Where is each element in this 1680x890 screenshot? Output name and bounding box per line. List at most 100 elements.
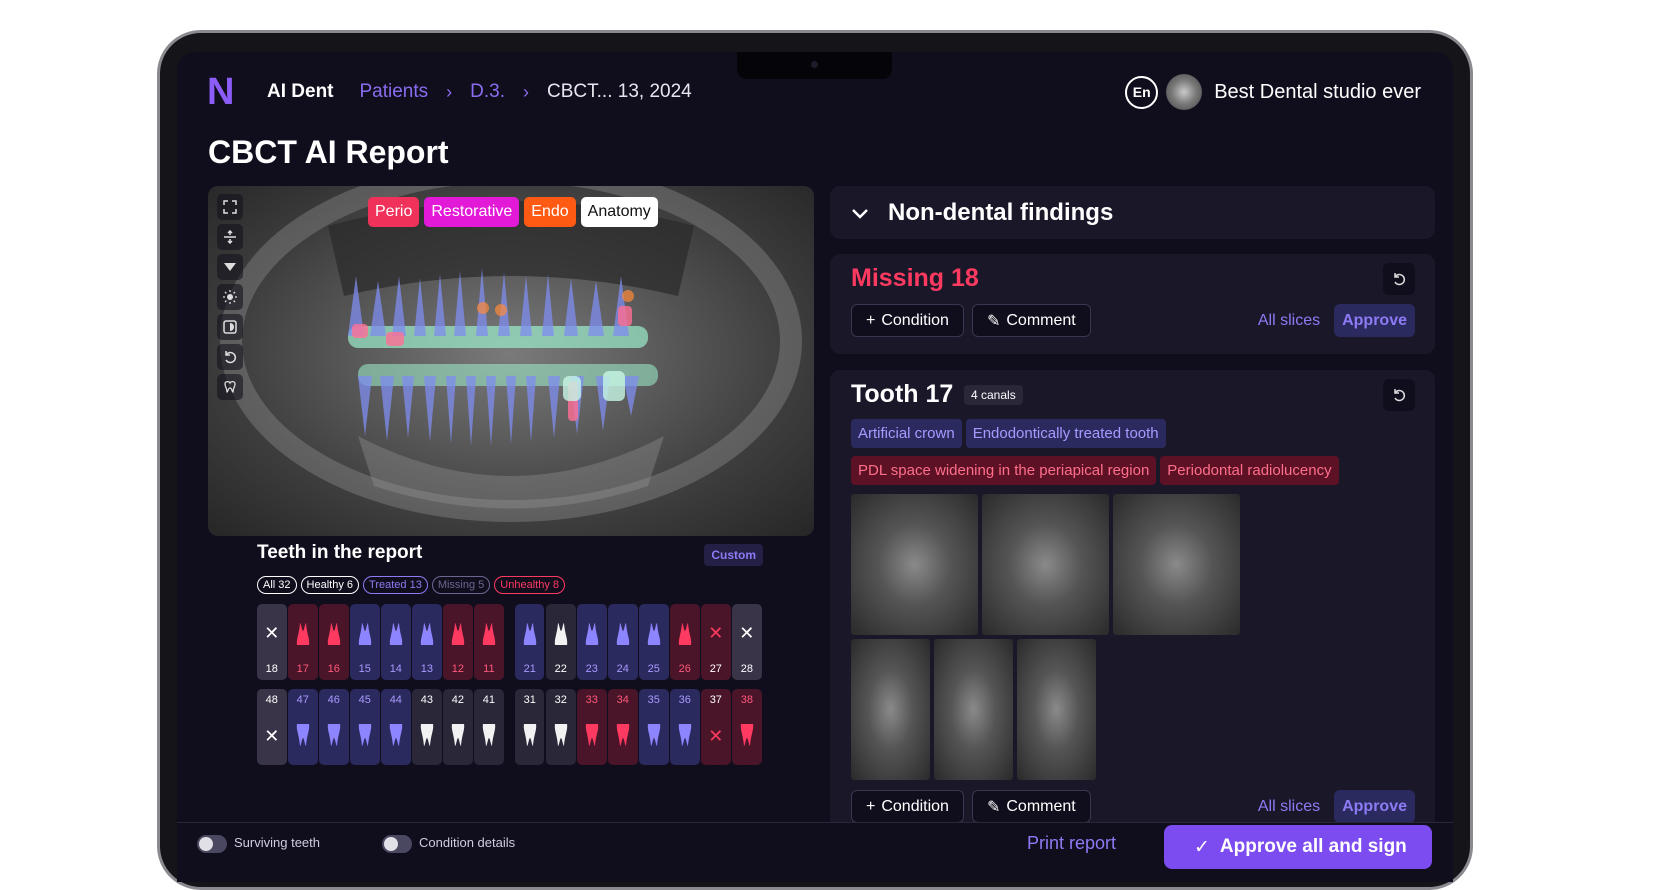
tooth-cell[interactable]: 31 [514, 689, 545, 765]
breadcrumb-patient[interactable]: D.3. [470, 81, 505, 103]
close-icon: ✕ [739, 622, 755, 643]
condition-tag[interactable]: Periodontal radiolucency [1160, 456, 1339, 485]
tooth-number: 15 [358, 663, 371, 675]
filter-chip[interactable]: Missing 5 [431, 576, 491, 594]
tooth-number: 28 [740, 663, 753, 675]
tooth-cell[interactable]: 44 [381, 689, 411, 765]
add-condition-button[interactable]: + Condition [851, 790, 964, 823]
filter-chip[interactable]: All 32 [257, 576, 297, 594]
approve-button[interactable]: Approve [1334, 304, 1415, 337]
close-icon: ✕ [264, 725, 280, 746]
split-icon[interactable] [217, 224, 243, 250]
surviving-teeth-toggle[interactable] [197, 835, 227, 853]
slice-thumbnail[interactable] [851, 494, 978, 635]
tooth-icon [644, 609, 664, 657]
tooth-cell[interactable]: ✕ 28 [732, 604, 762, 680]
chip-endo[interactable]: Endo [524, 197, 576, 227]
condition-details-toggle[interactable] [382, 835, 412, 853]
tooth-cell[interactable]: 23 [577, 604, 607, 680]
tooth-cell[interactable]: 13 [412, 604, 442, 680]
condition-tag[interactable]: Endodontically treated tooth [965, 419, 1166, 448]
tooth-card-title: Tooth 17 [851, 380, 954, 408]
filter-chip[interactable]: Healthy 6 [300, 576, 360, 594]
filter-chip[interactable]: Unhealthy 8 [494, 576, 565, 594]
tooth-cell[interactable]: 41 [474, 689, 504, 765]
slice-thumbnail[interactable] [934, 639, 1013, 780]
tooth-cell[interactable]: 16 [319, 604, 349, 680]
slice-thumbnail[interactable] [1113, 494, 1240, 635]
tooth-card-actions: + Condition ✎ Comment All slices Approve [851, 790, 1415, 823]
tooth-cell[interactable]: 26 [670, 604, 700, 680]
tooth-cell[interactable]: 14 [381, 604, 411, 680]
tooth-cell[interactable]: 11 [474, 604, 504, 680]
custom-button[interactable]: Custom [704, 544, 763, 566]
comment-button[interactable]: ✎ Comment [971, 304, 1091, 337]
tooth-cell[interactable]: 24 [608, 604, 638, 680]
add-condition-button[interactable]: + Condition [851, 304, 964, 337]
missing-card-actions: + Condition ✎ Comment All slices Approve [851, 304, 1415, 337]
tooth-number: 48 [265, 694, 278, 706]
all-slices-link[interactable]: All slices [1258, 312, 1320, 330]
tooth-cell[interactable]: 17 [288, 604, 318, 680]
tooth-cell[interactable]: 32 [545, 689, 576, 765]
language-switch[interactable]: En [1125, 75, 1159, 109]
undo-icon[interactable] [217, 344, 243, 370]
cbct-viewer[interactable]: Perio Restorative Endo Anatomy [208, 186, 814, 536]
tooth-cell[interactable]: 21 [514, 604, 545, 680]
tooth-icon [582, 712, 602, 760]
condition-tag[interactable]: Artificial crown [851, 419, 962, 448]
studio-name[interactable]: Best Dental studio ever [1214, 81, 1421, 104]
non-dental-title: Non-dental findings [888, 198, 1114, 226]
contrast-icon[interactable] [217, 314, 243, 340]
tooth-cell[interactable]: 43 [412, 689, 442, 765]
tooth-cell[interactable]: 25 [639, 604, 669, 680]
plus-icon: + [866, 797, 876, 815]
breadcrumb-patients[interactable]: Patients [360, 81, 429, 103]
tooth-cell[interactable]: 36 [670, 689, 700, 765]
tooth-cell[interactable]: 45 [350, 689, 380, 765]
tooth-icon [613, 609, 633, 657]
expand-icon[interactable] [217, 194, 243, 220]
chip-anatomy[interactable]: Anatomy [580, 197, 658, 227]
comment-button[interactable]: ✎ Comment [971, 790, 1091, 823]
tooth-view-icon[interactable] [217, 374, 243, 400]
slice-thumbnail[interactable] [1017, 639, 1096, 780]
chip-restorative[interactable]: Restorative [424, 197, 520, 227]
tooth-cell[interactable]: 38 [732, 689, 762, 765]
tooth-cell[interactable]: 46 [319, 689, 349, 765]
tooth-cell[interactable]: 22 [545, 604, 576, 680]
filter-icon[interactable] [217, 254, 243, 280]
brightness-icon[interactable] [217, 284, 243, 310]
avatar[interactable] [1166, 74, 1203, 110]
tooth-cell[interactable]: ✕ 18 [257, 604, 287, 680]
non-dental-findings-header[interactable]: Non-dental findings [830, 186, 1435, 239]
tooth-cell[interactable]: 15 [350, 604, 380, 680]
approve-all-sign-button[interactable]: ✓ Approve all and sign [1164, 825, 1432, 869]
tooth-cell[interactable]: 33 [577, 689, 607, 765]
tooth-cell[interactable]: 35 [639, 689, 669, 765]
tooth-icon [386, 609, 406, 657]
tooth-cell[interactable]: 42 [443, 689, 473, 765]
tooth-number: 37 [709, 694, 722, 706]
slice-thumbnail[interactable] [851, 639, 930, 780]
camera-icon [811, 61, 818, 68]
app-logo[interactable]: N [207, 71, 253, 114]
tooth-cell[interactable]: 12 [443, 604, 473, 680]
close-icon: ✕ [708, 725, 724, 746]
tooth-cell[interactable]: 34 [608, 689, 638, 765]
chip-perio[interactable]: Perio [368, 197, 420, 227]
tooth-cell[interactable]: 37 ✕ [701, 689, 731, 765]
all-slices-link[interactable]: All slices [1258, 798, 1320, 816]
undo-icon[interactable] [1383, 263, 1415, 295]
undo-icon[interactable] [1383, 379, 1415, 411]
approve-button[interactable]: Approve [1334, 790, 1415, 823]
slice-thumbnail[interactable] [982, 494, 1109, 635]
tooth-number: 27 [709, 663, 722, 675]
tooth-cell[interactable]: 47 [288, 689, 318, 765]
print-report-link[interactable]: Print report [1027, 833, 1116, 854]
condition-tag[interactable]: PDL space widening in the periapical reg… [851, 456, 1157, 485]
tooth-cell[interactable]: 48 ✕ [257, 689, 287, 765]
tooth-cell[interactable]: ✕ 27 [701, 604, 731, 680]
top-bar: N AI Dent Patients › D.3. › CBCT... 13, … [207, 70, 1421, 114]
filter-chip[interactable]: Treated 13 [363, 576, 428, 594]
